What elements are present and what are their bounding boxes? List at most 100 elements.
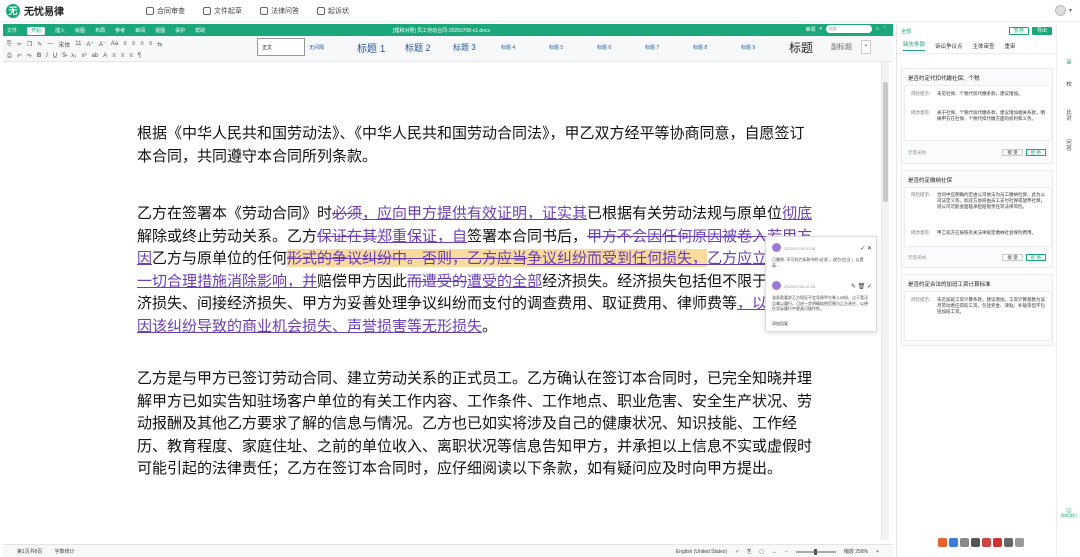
panel-tab-0[interactable]: 缺失条款 xyxy=(903,40,926,51)
reject-button[interactable]: 拒 绝 xyxy=(1025,254,1046,261)
style-chip-9[interactable]: 标题 8 xyxy=(689,38,737,56)
style-chip-5[interactable]: 标题 4 xyxy=(497,38,545,56)
document-page[interactable]: 根据《中华人民共和国劳动法》、《中华人民共和国劳动合同法》，甲乙双方经平等协商同… xyxy=(43,62,863,540)
issue-card[interactable]: 是否约定代扣代缴社保、个税 风险提示: 未见社保、个税代扣代缴条款，建议增加。 … xyxy=(901,68,1053,164)
accept-button[interactable]: 接 受 xyxy=(1002,149,1023,156)
zoom-slider-handle[interactable] xyxy=(814,548,818,555)
text-run[interactable]: 已根据有关劳动法规与原单位 xyxy=(587,204,782,222)
style-chip-3[interactable]: 标题 2 xyxy=(401,38,449,56)
style-chip-0[interactable]: 正文 xyxy=(257,38,305,56)
ime-icon[interactable] xyxy=(938,538,947,547)
style-chip-8[interactable]: 标题 7 xyxy=(641,38,689,56)
tracked-insertion[interactable]: ，应向甲方提供有效证明，证实其 xyxy=(362,204,587,222)
search-icon[interactable]: ⌕ xyxy=(876,26,879,32)
toolbar-button-row2-9[interactable]: ab xyxy=(91,53,98,59)
toolbar-button-row2-2[interactable]: ↷ xyxy=(27,53,32,60)
user-icon[interactable] xyxy=(993,538,1002,547)
toolbar-button-row2-3[interactable]: 𝐁 xyxy=(37,53,41,60)
scrollbar-thumb[interactable] xyxy=(883,82,888,202)
menu-tab-6[interactable]: 审阅 xyxy=(135,28,145,34)
fit-width-icon[interactable]: ↔ xyxy=(772,549,777,555)
chevron-down-icon[interactable]: ▾ xyxy=(819,26,822,32)
toolbar-button-row1-14[interactable]: ⇆ xyxy=(157,41,162,48)
paragraph-2-tracked[interactable]: 乙方在签署本《劳动合同》时必须，应向甲方提供有效证明，证实其已根据有关劳动法规与… xyxy=(137,202,813,337)
toolbar-button-row1-4[interactable]: — xyxy=(47,41,53,47)
toolbar-button-row1-6[interactable]: 11 xyxy=(75,41,81,47)
toolbar-button-row2-11[interactable]: ≡ xyxy=(112,53,116,59)
nav-contract-review[interactable]: 合同审查 xyxy=(146,6,185,16)
menu-tab-9[interactable]: 帮助 xyxy=(195,28,205,34)
nav-file-draft[interactable]: 文件起草 xyxy=(203,6,242,16)
language-select[interactable]: English (United States) xyxy=(676,549,727,555)
tracked-insertion[interactable]: 彻底 xyxy=(782,204,812,222)
chevron-down-icon[interactable]: ▾ xyxy=(1069,7,1072,14)
comment-actions[interactable]: ✓ ✕ xyxy=(860,245,872,252)
toolbar-button-row1-10[interactable]: ≡ xyxy=(123,41,127,47)
toolbar-button-row1-8[interactable]: A⁻ xyxy=(99,41,106,48)
save-draft-button[interactable]: 暂存 xyxy=(1008,27,1029,35)
toolbar-button-row1-5[interactable]: 宋体 xyxy=(58,40,70,49)
avatar[interactable] xyxy=(1054,5,1066,16)
style-chip-6[interactable]: 标题 5 xyxy=(545,38,593,56)
vertical-scrollbar[interactable] xyxy=(881,62,889,540)
track-changes-icon[interactable]: ⎘ xyxy=(747,549,751,555)
text-run[interactable]: 签署本合同书后， xyxy=(467,227,587,245)
menu-tab-2[interactable]: 插入 xyxy=(55,28,65,34)
toolbar-button-row2-10[interactable]: A xyxy=(103,53,107,59)
menu-tab-4[interactable]: 布局 xyxy=(95,28,105,34)
accept-button[interactable]: 接 受 xyxy=(1002,254,1023,261)
tracked-insertion[interactable]: 遭受的全部 xyxy=(467,272,542,290)
skin-icon[interactable] xyxy=(982,538,991,547)
strip-review[interactable]: 审 xyxy=(1064,60,1074,66)
search-input[interactable]: 搜索 xyxy=(825,25,872,33)
word-count-button[interactable]: 字数统计 xyxy=(55,548,75,555)
style-chip-11[interactable]: 标题 xyxy=(785,38,827,56)
reject-button[interactable]: 拒 绝 xyxy=(1025,149,1046,156)
collapse-icon[interactable]: ⌃ xyxy=(883,26,887,32)
toolbar-button-row1-9[interactable]: Aa xyxy=(111,41,118,47)
review-button[interactable]: 审阅 xyxy=(805,26,815,33)
no-adopt-link[interactable]: 无需采纳 xyxy=(908,255,926,261)
text-run[interactable]: 乙方与原单位的任何 xyxy=(152,249,287,267)
style-chip-4[interactable]: 标题 3 xyxy=(449,38,497,56)
strip-compare[interactable]: 比对 xyxy=(1064,110,1074,122)
strip-qa[interactable]: 问答 xyxy=(1064,140,1074,152)
lang-icon[interactable] xyxy=(949,538,958,547)
paragraph-1[interactable]: 根据《中华人民共和国劳动法》、《中华人民共和国劳动合同法》，甲乙双方经平等协商同… xyxy=(137,122,813,167)
nav-legal-qa[interactable]: 法律问答 xyxy=(260,6,299,16)
toolbar-button-row1-2[interactable]: ❐ xyxy=(27,41,32,48)
style-chip-2[interactable]: 标题 1 xyxy=(353,38,401,56)
toolbar-button-row1-12[interactable]: ≡ xyxy=(140,41,144,47)
issue-card[interactable]: 是否约定合法的加班工资计算标准 风险提示: 未见加班工资计算条款，建议增加。工资… xyxy=(901,274,1053,346)
menu-tab-7[interactable]: 视图 xyxy=(155,28,165,34)
strip-proofread[interactable]: 校 xyxy=(1064,82,1074,88)
settings-icon[interactable] xyxy=(1015,538,1024,547)
toolbar-button-row1-11[interactable]: ≡ xyxy=(132,41,136,47)
toolbar-button-row2-5[interactable]: U̲ xyxy=(53,53,57,59)
tracked-deletion[interactable]: 保证在其 xyxy=(317,227,377,245)
tracked-deletion[interactable]: 而遭受的 xyxy=(407,272,467,290)
text-run[interactable]: 乙方在签署本《劳动合同》时 xyxy=(137,204,332,222)
mic-icon[interactable] xyxy=(960,538,969,547)
style-chip-7[interactable]: 标题 6 xyxy=(593,38,641,56)
zoom-out-button[interactable]: − xyxy=(785,549,788,555)
keyboard-icon[interactable] xyxy=(971,538,980,547)
panel-tab-2[interactable]: 主体审查 xyxy=(973,42,995,50)
toolbar-button-row1-3[interactable]: ✎ xyxy=(37,41,42,48)
text-run[interactable]: 。 xyxy=(482,317,497,335)
tracked-deletion[interactable]: 必须 xyxy=(332,204,362,222)
spellcheck-icon[interactable]: ✓ xyxy=(735,549,739,555)
style-gallery-expand-button[interactable]: ⌄ xyxy=(861,40,871,54)
nav-complaint[interactable]: 起诉状 xyxy=(317,6,349,16)
tracked-deletion[interactable]: 甲方不会因任何原因被卷入 xyxy=(587,227,767,245)
style-chip-10[interactable]: 标题 9 xyxy=(737,38,785,56)
app-logo[interactable]: 无 无忧易律 xyxy=(6,3,126,18)
grid-icon[interactable] xyxy=(1004,538,1013,547)
toolbar-button-row2-8[interactable]: x² xyxy=(81,53,86,59)
toolbar-button-row1-1[interactable]: ✂ xyxy=(17,41,22,48)
comment-actions[interactable]: ✎ 🗑 ✓ xyxy=(851,283,872,290)
text-run[interactable]: 解除或终止劳动关系。乙方 xyxy=(137,227,317,245)
page-area[interactable]: 根据《中华人民共和国劳动法》、《中华人民共和国劳动合同法》，甲乙双方经平等协商同… xyxy=(3,62,881,540)
menu-tab-1[interactable]: 开始 xyxy=(27,26,46,35)
toolbar-button-row1-13[interactable]: ≡ xyxy=(149,41,153,47)
